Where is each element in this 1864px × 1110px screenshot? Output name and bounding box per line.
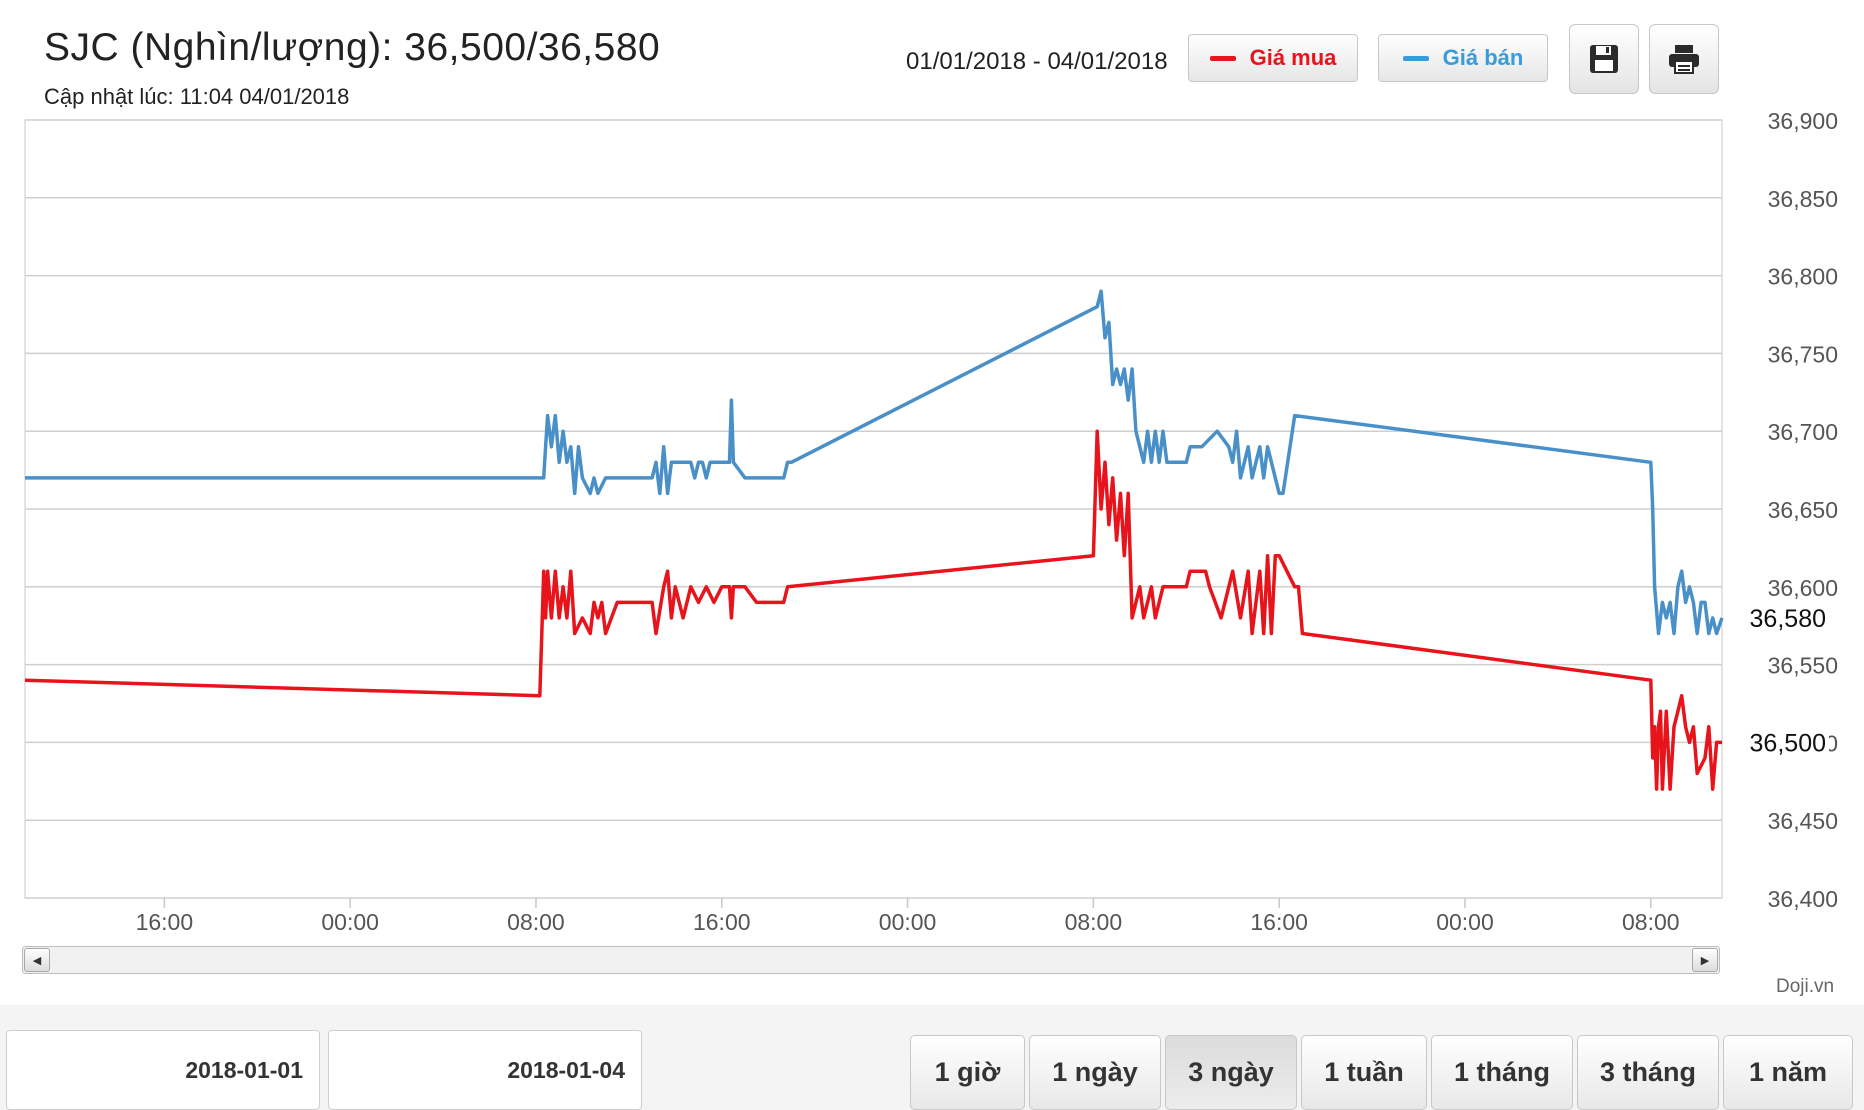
x-tick-label: 00:00: [1436, 909, 1494, 935]
y-tick-label: 36,850: [1768, 186, 1838, 212]
legend-sell-swatch: [1402, 55, 1429, 61]
print-button[interactable]: [1649, 24, 1719, 94]
printer-icon: [1669, 45, 1699, 74]
last-sell-value: 36,580: [1750, 605, 1826, 633]
period-button[interactable]: 1 giờ: [910, 1035, 1025, 1110]
period-button[interactable]: 1 ngày: [1029, 1035, 1161, 1110]
period-button[interactable]: 1 năm: [1723, 1035, 1853, 1110]
legend-buy-label: Giá mua: [1249, 45, 1337, 70]
legend-sell-label: Giá bán: [1442, 45, 1524, 70]
date-to-input[interactable]: 2018-01-04: [328, 1030, 642, 1110]
last-buy-value: 36,500: [1750, 729, 1826, 757]
date-from-input[interactable]: 2018-01-01: [6, 1030, 320, 1110]
legend-buy-swatch: [1209, 55, 1236, 61]
scroll-right-arrow[interactable]: ▶: [1692, 948, 1718, 972]
price-chart: 36,400 36,450 36,500 36,550 36,600 36,650 36,7…: [24, 110, 1838, 935]
chart-panel: SJC (Nghìn/lượng): 36,500/36,580 Cập nhậ…: [0, 0, 1864, 1005]
x-tick-label: 08:00: [507, 909, 565, 935]
y-tick-label: 36,750: [1768, 341, 1838, 367]
legend-sell[interactable]: Giá bán: [1378, 34, 1548, 82]
x-tick-label: 00:00: [321, 909, 379, 935]
x-tick-label: 08:00: [1065, 909, 1123, 935]
period-button[interactable]: 1 tháng: [1431, 1035, 1573, 1110]
period-button[interactable]: 3 tháng: [1577, 1035, 1719, 1110]
y-tick-label: 36,900: [1768, 110, 1838, 134]
scroll-left-arrow[interactable]: ◀: [24, 948, 50, 972]
y-tick-label: 36,800: [1768, 264, 1838, 290]
chart-scrollbar[interactable]: ◀ ▶: [22, 946, 1720, 974]
y-tick-label: 36,550: [1768, 653, 1838, 679]
y-tick-label: 36,650: [1768, 497, 1838, 523]
source-credit: Doji.vn: [1776, 976, 1835, 997]
x-tick-label: 08:00: [1622, 909, 1680, 935]
x-tick-label: 00:00: [879, 909, 937, 935]
x-tick-label: 16:00: [1250, 909, 1308, 935]
last-updated: Cập nhật lúc: 11:04 04/01/2018: [44, 84, 350, 109]
x-tick-label: 16:00: [693, 909, 751, 935]
y-tick-label: 36,700: [1768, 419, 1838, 445]
y-tick-label: 36,450: [1768, 808, 1838, 834]
page-title: SJC (Nghìn/lượng): 36,500/36,580: [44, 26, 661, 69]
save-button[interactable]: [1569, 24, 1639, 94]
period-button[interactable]: 1 tuần: [1301, 1035, 1427, 1110]
date-range-label: 01/01/2018 - 04/01/2018: [906, 48, 1168, 75]
x-tick-label: 16:00: [136, 909, 194, 935]
y-tick-label: 36,600: [1768, 575, 1838, 601]
floppy-disk-icon: [1590, 45, 1618, 73]
y-tick-label: 36,400: [1768, 886, 1838, 912]
legend-buy[interactable]: Giá mua: [1188, 34, 1358, 82]
period-button[interactable]: 3 ngày: [1165, 1035, 1297, 1110]
